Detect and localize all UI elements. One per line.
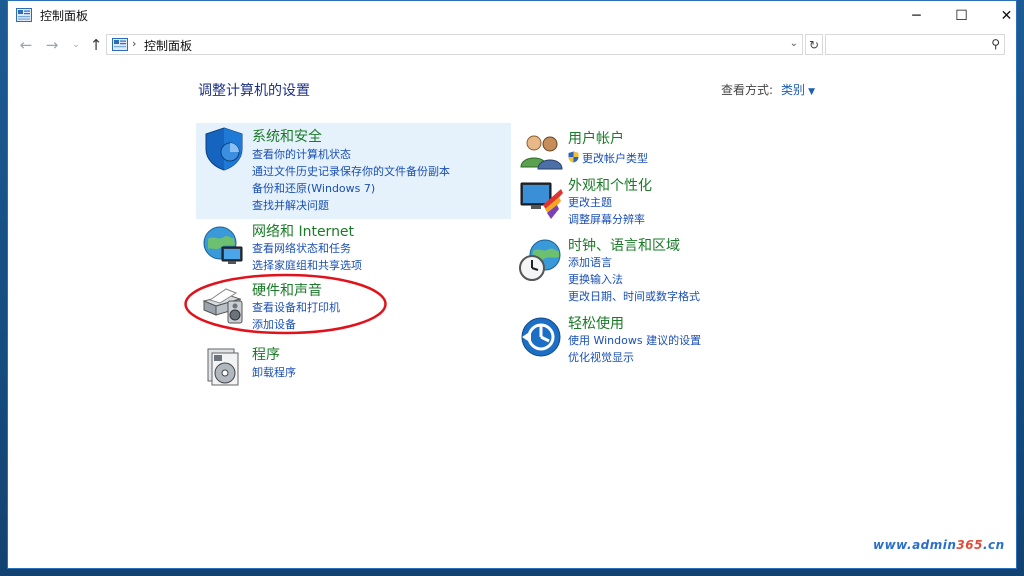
programs-disc-icon — [207, 348, 239, 386]
category-title[interactable]: 时钟、语言和区域 — [568, 235, 680, 255]
link-change-account-type[interactable]: 更改帐户类型 — [568, 150, 648, 166]
up-button[interactable]: ↑ — [86, 35, 106, 55]
category-title[interactable]: 网络和 Internet — [252, 221, 354, 241]
category-title[interactable]: 轻松使用 — [568, 313, 624, 333]
forward-button[interactable]: → — [42, 35, 62, 55]
refresh-button[interactable]: ↻ — [805, 34, 823, 55]
control-panel-icon — [112, 38, 128, 51]
link-network-status[interactable]: 查看网络状态和任务 — [252, 240, 351, 256]
maximize-button[interactable]: ☐ — [939, 1, 984, 30]
breadcrumb-control-panel[interactable]: 控制面板 — [144, 37, 192, 54]
navigation-bar: ← → ⌄ ↑ › 控制面板 ⌄ ↻ ⚲ — [8, 31, 1016, 59]
network-globe-icon — [203, 226, 243, 264]
address-bar[interactable]: › 控制面板 ⌄ — [106, 34, 803, 55]
link-file-history[interactable]: 通过文件历史记录保存你的文件备份副本 — [252, 163, 450, 179]
title-bar[interactable]: 控制面板 ─ ☐ ✕ — [8, 1, 1016, 30]
clock-globe-icon — [519, 239, 561, 281]
link-recommended-settings[interactable]: 使用 Windows 建议的设置 — [568, 332, 701, 348]
category-title[interactable]: 系统和安全 — [252, 126, 322, 146]
link-optimize-visual-display[interactable]: 优化视觉显示 — [568, 349, 634, 365]
link-view-computer-status[interactable]: 查看你的计算机状态 — [252, 146, 351, 162]
category-network-internet[interactable]: 网络和 Internet 查看网络状态和任务 选择家庭组和共享选项 — [196, 219, 511, 273]
link-date-time-format[interactable]: 更改日期、时间或数字格式 — [568, 288, 700, 304]
category-ease-of-access[interactable]: 轻松使用 使用 Windows 建议的设置 优化视觉显示 — [513, 311, 813, 365]
watermark: www.admin365.cn — [873, 538, 1005, 552]
link-backup-restore[interactable]: 备份和还原(Windows 7) — [252, 180, 375, 196]
watermark-number: 365 — [956, 538, 983, 552]
category-title[interactable]: 用户帐户 — [568, 128, 624, 148]
control-panel-icon — [16, 8, 32, 22]
search-box[interactable]: ⚲ — [825, 34, 1005, 55]
breadcrumb-separator[interactable]: › — [132, 37, 136, 50]
link-screen-resolution[interactable]: 调整屏幕分辨率 — [568, 211, 645, 227]
category-title[interactable]: 外观和个性化 — [568, 175, 652, 195]
link-change-input-method[interactable]: 更换输入法 — [568, 271, 623, 287]
security-shield-icon — [205, 127, 243, 171]
link-change-theme[interactable]: 更改主题 — [568, 194, 612, 210]
category-programs[interactable]: 程序 卸载程序 — [196, 341, 511, 386]
watermark-suffix: .cn — [982, 538, 1005, 552]
link-label[interactable]: 更改帐户类型 — [582, 152, 648, 165]
window-title: 控制面板 — [40, 9, 89, 23]
category-title[interactable]: 程序 — [252, 344, 280, 364]
back-button[interactable]: ← — [16, 35, 36, 55]
view-by-dropdown[interactable]: 类别 — [781, 83, 805, 97]
users-icon — [520, 135, 563, 170]
recent-locations-button[interactable]: ⌄ — [66, 35, 86, 55]
uac-shield-icon — [568, 151, 579, 163]
search-icon[interactable]: ⚲ — [991, 37, 1000, 51]
annotation-ellipse — [184, 273, 387, 335]
category-clock-language-region[interactable]: 时钟、语言和区域 添加语言 更换输入法 更改日期、时间或数字格式 — [513, 233, 813, 305]
view-by-control: 查看方式: 类别 ▼ — [721, 81, 815, 98]
minimize-button[interactable]: ─ — [894, 1, 939, 30]
display-palette-icon — [520, 182, 563, 219]
control-panel-window: 控制面板 ─ ☐ ✕ ← → ⌄ ↑ › 控制面板 ⌄ ↻ ⚲ 调整计算机的设置… — [7, 0, 1017, 569]
category-system-security[interactable]: 系统和安全 查看你的计算机状态 通过文件历史记录保存你的文件备份副本 备份和还原… — [196, 123, 511, 219]
address-history-chevron-icon[interactable]: ⌄ — [790, 38, 798, 49]
category-user-accounts[interactable]: 用户帐户 更改帐户类型 — [513, 125, 813, 171]
link-homegroup-sharing[interactable]: 选择家庭组和共享选项 — [252, 257, 362, 273]
watermark-prefix: www. — [873, 538, 913, 552]
ease-of-access-icon — [521, 317, 561, 357]
category-appearance[interactable]: 外观和个性化 更改主题 调整屏幕分辨率 — [513, 173, 813, 227]
dropdown-caret-icon[interactable]: ▼ — [808, 87, 815, 97]
link-troubleshoot[interactable]: 查找并解决问题 — [252, 197, 329, 213]
link-uninstall-program[interactable]: 卸载程序 — [252, 364, 296, 380]
watermark-brand: admin — [912, 538, 957, 552]
page-title: 调整计算机的设置 — [198, 83, 310, 99]
link-add-language[interactable]: 添加语言 — [568, 254, 612, 270]
search-input[interactable] — [830, 36, 984, 54]
close-button[interactable]: ✕ — [984, 1, 1016, 30]
view-by-label: 查看方式: — [721, 83, 774, 97]
